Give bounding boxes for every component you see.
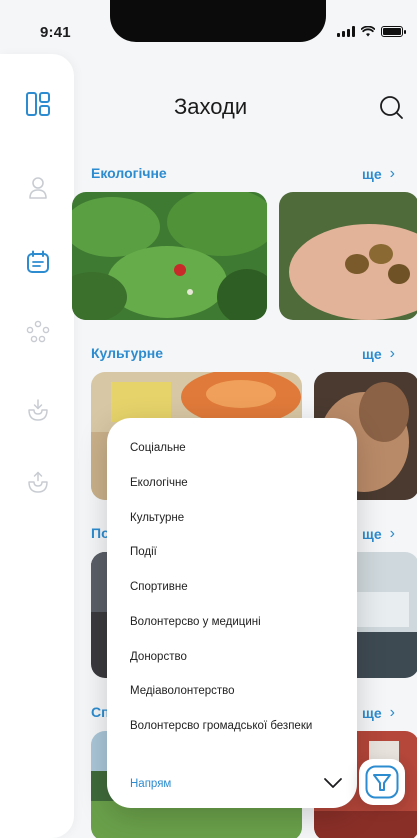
calendar-icon xyxy=(27,250,49,273)
dropdown-option-public-safety[interactable]: Волонтерсво громадської безпеки xyxy=(130,720,312,732)
dropdown-option-media[interactable]: Медіаволонтерство xyxy=(130,685,235,697)
dropdown-option-sport[interactable]: Спортивне xyxy=(130,581,188,593)
dropdown-option-cultural[interactable]: Культурне xyxy=(130,512,184,524)
system-indicators xyxy=(337,26,406,37)
dropdown-option-ecological[interactable]: Екологічне xyxy=(130,477,188,489)
sidebar-item-events[interactable] xyxy=(24,248,52,276)
status-time: 9:41 xyxy=(40,24,71,41)
event-image xyxy=(279,192,417,320)
dropdown-label[interactable]: Напрям xyxy=(130,778,171,790)
sidebar-item-sent[interactable] xyxy=(24,468,52,496)
direction-dropdown: Соціальне Екологічне Культурне Події Спо… xyxy=(107,418,357,808)
filter-icon xyxy=(365,765,399,799)
dropdown-option-social[interactable]: Соціальне xyxy=(130,442,186,454)
more-link-label: ще xyxy=(362,346,382,362)
sidebar-item-community[interactable] xyxy=(24,318,52,346)
user-icon xyxy=(29,177,47,199)
status-bar: 9:41 xyxy=(0,0,417,50)
sidebar-item-profile[interactable] xyxy=(24,174,52,202)
section-more-events[interactable]: ще › xyxy=(362,525,395,543)
section-more-ecological[interactable]: ще › xyxy=(362,165,395,183)
community-icon xyxy=(26,320,50,343)
sidebar-item-received[interactable] xyxy=(24,396,52,424)
signal-icon xyxy=(337,26,355,37)
search-icon xyxy=(380,96,403,119)
sidebar-item-dashboard[interactable] xyxy=(24,90,52,118)
filter-button[interactable] xyxy=(359,759,405,805)
chevron-right-icon: › xyxy=(389,525,395,542)
more-link-label: ще xyxy=(362,166,382,182)
sidebar xyxy=(0,54,74,838)
inbox-download-icon xyxy=(28,399,48,421)
dropdown-option-donor[interactable]: Донорство xyxy=(130,651,187,663)
section-title-cultural: Культурне xyxy=(91,345,164,361)
event-image xyxy=(72,192,267,320)
inbox-upload-icon xyxy=(28,471,48,493)
dashboard-icon xyxy=(26,92,50,116)
dropdown-option-events[interactable]: Події xyxy=(130,546,157,558)
event-card-strawberries[interactable] xyxy=(72,192,267,320)
section-title-ecological: Екологічне xyxy=(91,165,167,181)
search-button[interactable] xyxy=(377,93,407,123)
dropdown-option-medical[interactable]: Волонтерсво у медицині xyxy=(130,616,261,628)
section-more-cultural[interactable]: ще › xyxy=(362,345,395,363)
device-notch xyxy=(110,0,326,42)
chevron-right-icon: › xyxy=(389,345,395,362)
wifi-icon xyxy=(361,26,375,37)
more-link-label: ще xyxy=(362,705,382,721)
chevron-right-icon: › xyxy=(389,704,395,721)
battery-icon xyxy=(381,26,406,37)
section-more-sport[interactable]: ще › xyxy=(362,704,395,722)
more-link-label: ще xyxy=(362,526,382,542)
page-title: Заходи xyxy=(174,94,248,119)
chevron-down-icon[interactable] xyxy=(323,776,343,790)
event-card-acorns[interactable] xyxy=(279,192,417,320)
chevron-right-icon: › xyxy=(389,165,395,182)
